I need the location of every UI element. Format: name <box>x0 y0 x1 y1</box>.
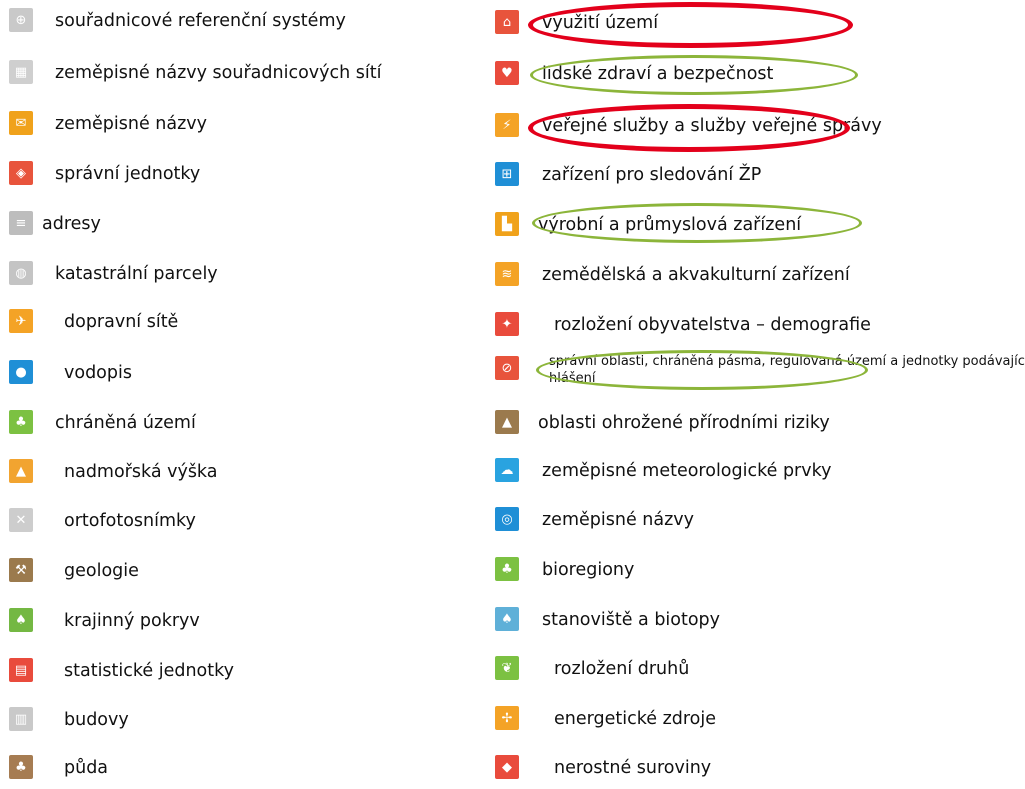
right-theme-item: ☁ zeměpisné meteorologické prvky <box>490 452 1025 492</box>
right-theme-item: ♠ stanoviště a biotopy <box>490 601 1025 641</box>
left-theme-item: ⚒ geologie <box>0 552 470 592</box>
theme-label: lidské zdraví a bezpečnost <box>542 64 774 84</box>
energy-turbine-icon: ✢ <box>495 706 519 730</box>
theme-label: zemědělská a akvakulturní zařízení <box>542 265 850 285</box>
right-theme-item: ⌂ využití území <box>490 4 1025 44</box>
parcel-globe-icon: ◍ <box>9 261 33 285</box>
left-theme-item: ● vodopis <box>0 354 470 394</box>
theme-label: chráněná území <box>55 413 196 433</box>
theme-label: zeměpisné názvy <box>55 114 207 134</box>
pickaxe-icon: ⚒ <box>9 558 33 582</box>
left-theme-item: ≡ adresy <box>0 205 470 245</box>
mailbox-icon: ✉ <box>9 111 33 135</box>
theme-label: správní jednotky <box>55 164 201 184</box>
theme-label: budovy <box>64 710 129 730</box>
right-theme-item: ▙ výrobní a průmyslová zařízení <box>490 206 1025 246</box>
theme-label: vodopis <box>64 363 132 383</box>
left-theme-item: ◍ katastrální parcely <box>0 255 470 295</box>
utility-tower-icon: ⚡ <box>495 113 519 137</box>
left-theme-item: ▲ nadmořská výška <box>0 453 470 493</box>
protected-sprout-icon: ♣ <box>9 410 33 434</box>
right-theme-item: ♥ lidské zdraví a bezpečnost <box>490 55 1025 95</box>
factory-icon: ▙ <box>495 212 519 236</box>
elevation-icon: ▲ <box>9 459 33 483</box>
theme-label: stanoviště a biotopy <box>542 610 721 630</box>
right-theme-item: ⊞ zařízení pro sledování ŽP <box>490 156 1025 196</box>
right-theme-item: ◎ zeměpisné názvy <box>490 501 1025 541</box>
species-butterfly-icon: ❦ <box>495 656 519 680</box>
theme-label: oblasti ohrožené přírodními riziky <box>538 413 830 433</box>
population-icon: ✦ <box>495 312 519 336</box>
theme-label: zeměpisné názvy souřadnicových sítí <box>55 63 382 83</box>
water-drop-icon: ● <box>9 360 33 384</box>
orthophoto-icon: ✕ <box>9 508 33 532</box>
theme-label: souřadnicové referenční systémy <box>55 11 346 31</box>
right-theme-item: ⚡ veřejné služby a služby veřejné správy <box>490 107 1025 147</box>
theme-label: nerostné suroviny <box>554 758 712 778</box>
grid-icon: ▦ <box>9 60 33 84</box>
map-regions-icon: ◈ <box>9 161 33 185</box>
left-theme-item: ✉ zeměpisné názvy <box>0 105 470 145</box>
theme-label: rozložení druhů <box>554 659 690 679</box>
left-theme-item: ▥ budovy <box>0 701 470 741</box>
transport-icon: ✈ <box>9 309 33 333</box>
left-theme-item: ♣ půda <box>0 749 470 789</box>
theme-label: využití území <box>542 13 659 33</box>
theme-label: zařízení pro sledování ŽP <box>542 165 762 185</box>
land-use-icon: ⌂ <box>495 10 519 34</box>
theme-label: geologie <box>64 561 139 581</box>
theme-label: bioregiony <box>542 560 635 580</box>
left-theme-item: ◈ správní jednotky <box>0 155 470 195</box>
theme-label: správní oblasti, chráněná pásma, regulov… <box>549 354 1025 386</box>
habitat-icon: ♠ <box>495 607 519 631</box>
left-theme-item: ▤ statistické jednotky <box>0 652 470 692</box>
globe-grid-icon: ⊕ <box>9 8 33 32</box>
right-theme-item: ♣ bioregiony <box>490 551 1025 591</box>
right-theme-item: ✢ energetické zdroje <box>490 700 1025 740</box>
mineral-gem-icon: ◆ <box>495 755 519 779</box>
theme-label: adresy <box>42 214 101 234</box>
right-theme-item: ✦ rozložení obyvatelstva – demografie <box>490 306 1025 346</box>
heart-health-icon: ♥ <box>495 61 519 85</box>
address-text-icon: ≡ <box>9 211 33 235</box>
soil-sprout-icon: ♣ <box>9 755 33 779</box>
theme-label: zeměpisné názvy <box>542 510 694 530</box>
left-theme-item: ✈ dopravní sítě <box>0 303 470 343</box>
ocean-globe-icon: ◎ <box>495 507 519 531</box>
theme-label: dopravní sítě <box>64 312 179 332</box>
theme-label: výrobní a průmyslová zařízení <box>538 215 802 235</box>
bioregion-icon: ♣ <box>495 557 519 581</box>
left-theme-item: ♣ chráněná území <box>0 404 470 444</box>
right-theme-item: ◆ nerostné suroviny <box>490 749 1025 789</box>
left-theme-item: ♠ krajinný pokryv <box>0 602 470 642</box>
theme-label: ortofotosnímky <box>64 511 196 531</box>
landcover-tree-icon: ♠ <box>9 608 33 632</box>
theme-label: krajinný pokryv <box>64 611 200 631</box>
theme-label: nadmořská výška <box>64 462 218 482</box>
natural-hazard-icon: ▲ <box>495 410 519 434</box>
theme-label: katastrální parcely <box>55 264 218 284</box>
right-theme-item: ⊘ správní oblasti, chráněná pásma, regulo… <box>490 350 1025 390</box>
left-theme-item: ▦ zeměpisné názvy souřadnicových sítí <box>0 54 470 94</box>
right-theme-item: ❦ rozložení druhů <box>490 650 1025 690</box>
agriculture-fish-icon: ≋ <box>495 262 519 286</box>
monitoring-station-icon: ⊞ <box>495 162 519 186</box>
theme-label: půda <box>64 758 109 778</box>
theme-label: zeměpisné meteorologické prvky <box>542 461 832 481</box>
buildings-icon: ▥ <box>9 707 33 731</box>
weather-icon: ☁ <box>495 458 519 482</box>
right-theme-item: ▲ oblasti ohrožené přírodními riziky <box>490 404 1025 444</box>
right-theme-item: ≋ zemědělská a akvakulturní zařízení <box>490 256 1025 296</box>
theme-label: rozložení obyvatelstva – demografie <box>554 315 871 335</box>
theme-label: veřejné služby a služby veřejné správy <box>542 116 882 136</box>
left-theme-item: ⊕ souřadnicové referenční systémy <box>0 2 470 42</box>
restricted-zone-icon: ⊘ <box>495 356 519 380</box>
theme-label: statistické jednotky <box>64 661 234 681</box>
theme-label: energetické zdroje <box>554 709 717 729</box>
statistics-grid-icon: ▤ <box>9 658 33 682</box>
left-theme-item: ✕ ortofotosnímky <box>0 502 470 542</box>
